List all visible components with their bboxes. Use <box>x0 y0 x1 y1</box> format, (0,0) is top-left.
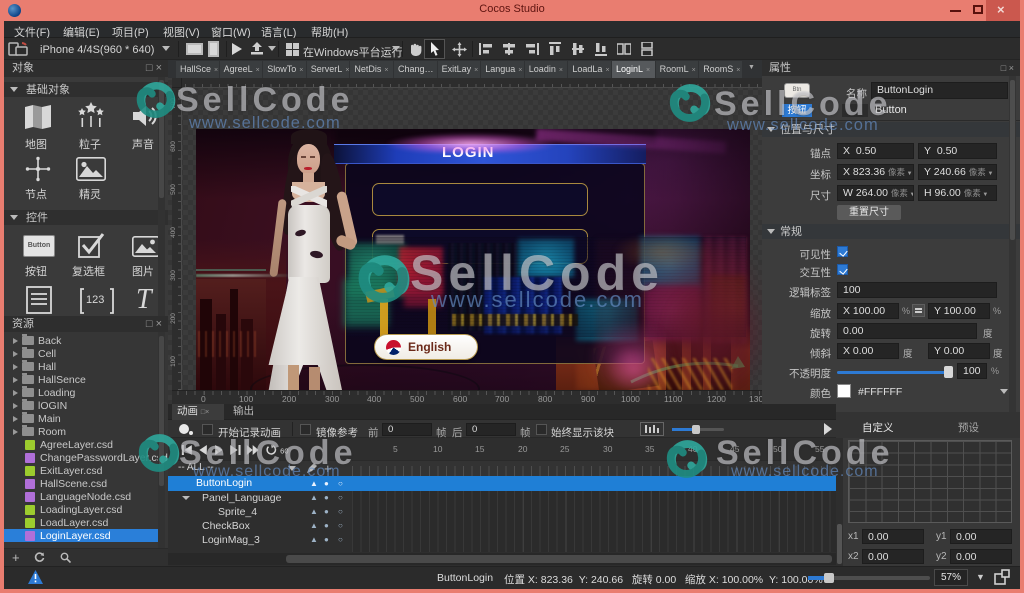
svg-text:123: 123 <box>86 294 104 306</box>
svg-text:60: 60 <box>280 446 288 455</box>
